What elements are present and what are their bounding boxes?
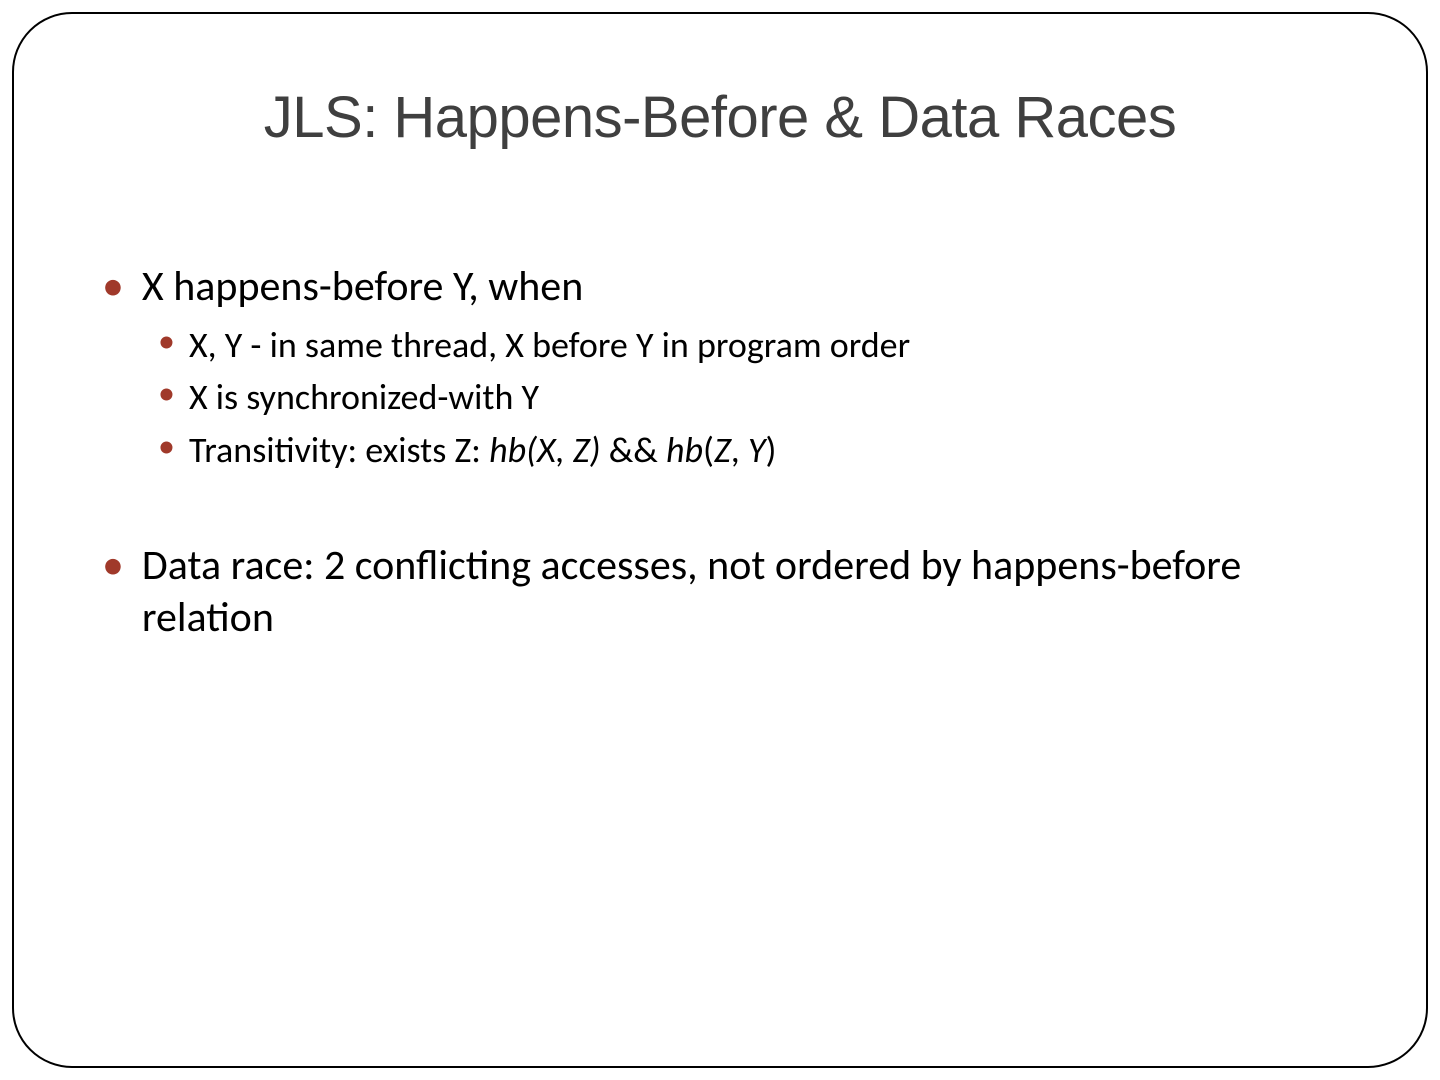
text-fragment: )	[765, 428, 776, 472]
italic-text: Y	[748, 428, 766, 472]
italic-text: Z	[714, 428, 731, 472]
bullet-text: X happens-before Y, when	[142, 261, 583, 314]
bullet-dot-icon: •	[102, 546, 124, 582]
bullet-dot-icon: •	[158, 327, 175, 357]
italic-text: hb(X, Z)	[489, 428, 601, 472]
italic-text: hb	[666, 428, 703, 472]
bullet-text: X, Y - in same thread, X before Y in pro…	[189, 322, 910, 369]
text-fragment: &&	[601, 428, 666, 472]
slide-frame: JLS: Happens-Before & Data Races • X hap…	[12, 12, 1428, 1068]
bullet-dot-icon: •	[158, 379, 175, 409]
bullet-text: X is synchronized-with Y	[189, 374, 539, 421]
bullet-level2: • X is synchronized-with Y	[158, 374, 1356, 421]
bullet-level2: • Transitivity: exists Z: hb(X, Z) && hb…	[158, 427, 1356, 474]
bullet-level2: • X, Y - in same thread, X before Y in p…	[158, 322, 1356, 369]
slide-content: • X happens-before Y, when • X, Y - in s…	[84, 261, 1356, 645]
bullet-level1: • X happens-before Y, when	[102, 261, 1356, 314]
text-fragment: Transitivity: exists Z:	[189, 428, 489, 472]
bullet-text: Transitivity: exists Z: hb(X, Z) && hb(Z…	[189, 427, 776, 474]
text-fragment: (	[703, 428, 714, 472]
bullet-dot-icon: •	[102, 267, 124, 303]
text-fragment: ,	[731, 428, 748, 472]
bullet-text: Data race: 2 conflicting accesses, not o…	[142, 540, 1356, 645]
spacer	[102, 480, 1356, 540]
slide-title: JLS: Happens-Before & Data Races	[84, 84, 1356, 151]
bullet-level1: • Data race: 2 conflicting accesses, not…	[102, 540, 1356, 645]
bullet-dot-icon: •	[158, 432, 175, 462]
